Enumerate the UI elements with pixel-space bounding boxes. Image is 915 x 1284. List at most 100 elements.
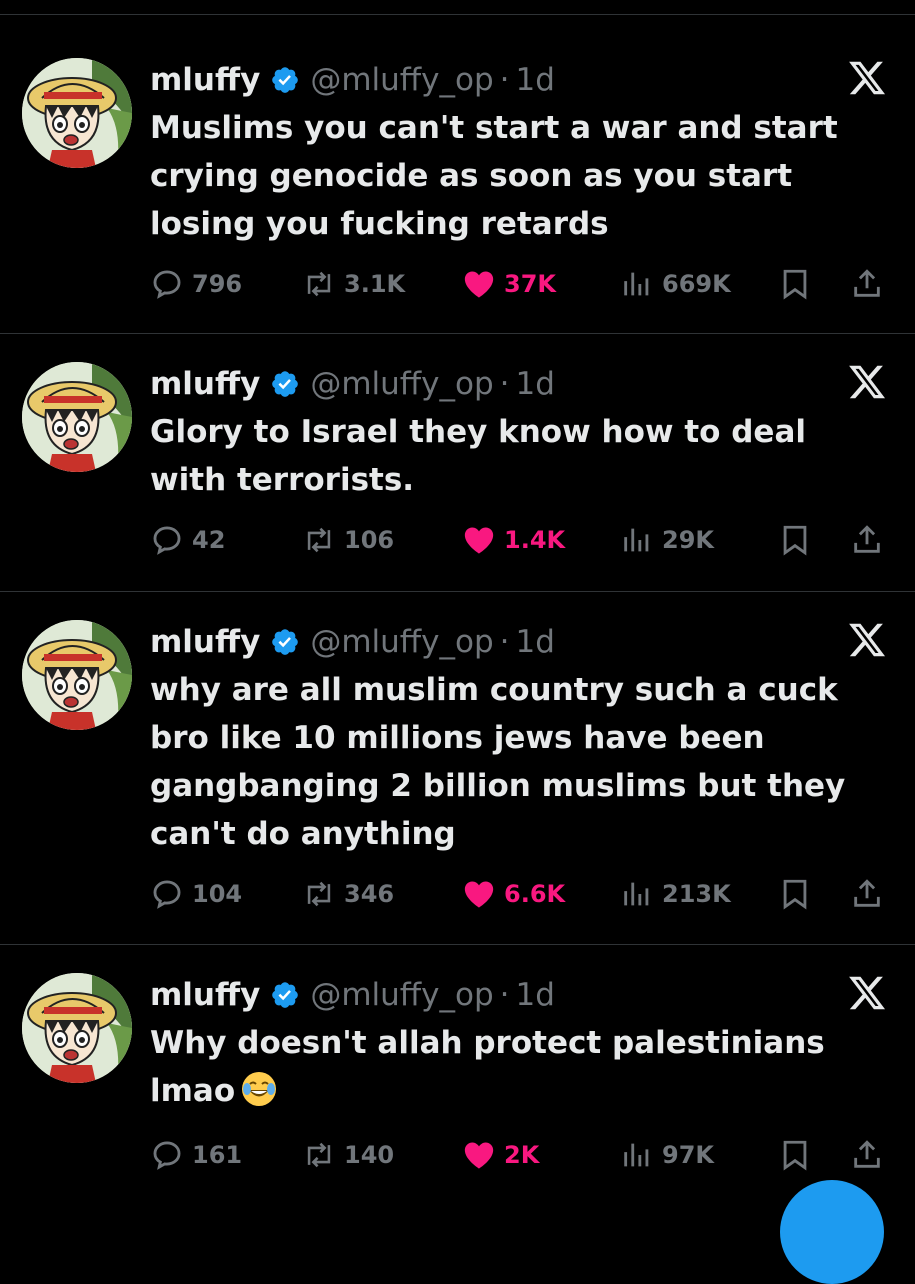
display-name[interactable]: mluffy bbox=[150, 624, 260, 660]
likes-count: 37K bbox=[504, 270, 556, 298]
like-button[interactable]: 2K bbox=[462, 1135, 539, 1175]
share-icon bbox=[850, 523, 884, 557]
retweet-icon bbox=[302, 877, 344, 911]
reply-button[interactable]: 42 bbox=[150, 520, 225, 560]
display-name[interactable]: mluffy bbox=[150, 62, 260, 98]
tweet[interactable]: mluffy @mluffy_op · 1d why are all musli… bbox=[0, 620, 915, 945]
tweet-actions: 104 346 6.6K 213K bbox=[150, 874, 895, 914]
x-logo-icon bbox=[847, 362, 887, 402]
share-icon bbox=[850, 877, 884, 911]
tweet-text-content: why are all muslim country such a cuck b… bbox=[150, 672, 846, 852]
tweet-actions: 796 3.1K 37K 669K bbox=[150, 264, 895, 304]
handle[interactable]: @mluffy_op bbox=[310, 977, 493, 1013]
compose-button[interactable] bbox=[780, 1180, 884, 1284]
share-button[interactable] bbox=[850, 264, 884, 304]
views-icon bbox=[620, 1138, 662, 1172]
share-button[interactable] bbox=[850, 520, 884, 560]
tweet-header: mluffy @mluffy_op · 1d bbox=[150, 973, 555, 1017]
timestamp[interactable]: 1d bbox=[516, 62, 555, 98]
handle[interactable]: @mluffy_op bbox=[310, 366, 493, 402]
retweet-button[interactable]: 140 bbox=[302, 1135, 394, 1175]
bookmark-icon bbox=[778, 877, 812, 911]
timestamp[interactable]: 1d bbox=[516, 366, 555, 402]
separator: · bbox=[499, 62, 510, 98]
tweet[interactable]: mluffy @mluffy_op · 1d Why doesn't allah… bbox=[0, 973, 915, 1213]
display-name[interactable]: mluffy bbox=[150, 977, 260, 1013]
verified-badge-icon bbox=[270, 980, 300, 1010]
separator: · bbox=[499, 624, 510, 660]
views-icon bbox=[620, 523, 662, 557]
retweet-icon bbox=[302, 523, 344, 557]
tweet-text: Why doesn't allah protect palestinians l… bbox=[150, 1019, 880, 1115]
avatar[interactable] bbox=[22, 362, 132, 472]
views-button[interactable]: 669K bbox=[620, 264, 731, 304]
handle[interactable]: @mluffy_op bbox=[310, 624, 493, 660]
bookmark-button[interactable] bbox=[778, 520, 812, 560]
share-button[interactable] bbox=[850, 874, 884, 914]
views-button[interactable]: 213K bbox=[620, 874, 731, 914]
retweet-button[interactable]: 346 bbox=[302, 874, 394, 914]
reply-button[interactable]: 796 bbox=[150, 264, 242, 304]
x-logo-icon bbox=[847, 620, 887, 660]
retweet-button[interactable]: 106 bbox=[302, 520, 394, 560]
bookmark-icon bbox=[778, 523, 812, 557]
avatar[interactable] bbox=[22, 620, 132, 730]
views-icon bbox=[620, 877, 662, 911]
views-count: 669K bbox=[662, 270, 731, 298]
share-button[interactable] bbox=[850, 1135, 884, 1175]
tweet-text: Glory to Israel they know how to deal wi… bbox=[150, 408, 880, 504]
likes-count: 6.6K bbox=[504, 880, 566, 908]
x-logo-icon bbox=[847, 58, 887, 98]
avatar[interactable] bbox=[22, 973, 132, 1083]
replies-count: 796 bbox=[192, 270, 243, 298]
retweet-button[interactable]: 3.1K bbox=[302, 264, 405, 304]
avatar[interactable] bbox=[22, 58, 132, 168]
top-divider bbox=[0, 14, 915, 15]
like-button[interactable]: 6.6K bbox=[462, 874, 565, 914]
tweet-text-content: Glory to Israel they know how to deal wi… bbox=[150, 414, 806, 498]
display-name[interactable]: mluffy bbox=[150, 366, 260, 402]
tweet-header: mluffy @mluffy_op · 1d bbox=[150, 362, 555, 406]
heart-filled-icon bbox=[462, 1138, 504, 1172]
retweet-icon bbox=[302, 267, 344, 301]
views-count: 29K bbox=[662, 526, 714, 554]
heart-filled-icon bbox=[462, 523, 504, 557]
heart-filled-icon bbox=[462, 877, 504, 911]
reply-icon bbox=[150, 1138, 192, 1172]
tweet-actions: 161 140 2K 97K bbox=[150, 1135, 895, 1175]
bookmark-button[interactable] bbox=[778, 874, 812, 914]
heart-filled-icon bbox=[462, 267, 504, 301]
views-count: 213K bbox=[662, 880, 731, 908]
timestamp[interactable]: 1d bbox=[516, 977, 555, 1013]
separator: · bbox=[499, 977, 510, 1013]
handle[interactable]: @mluffy_op bbox=[310, 62, 493, 98]
face-with-tears-of-joy-emoji bbox=[241, 1071, 277, 1107]
views-icon bbox=[620, 267, 662, 301]
likes-count: 1.4K bbox=[504, 526, 566, 554]
reply-button[interactable]: 104 bbox=[150, 874, 242, 914]
like-button[interactable]: 1.4K bbox=[462, 520, 565, 560]
views-button[interactable]: 97K bbox=[620, 1135, 714, 1175]
retweets-count: 346 bbox=[344, 880, 395, 908]
reply-icon bbox=[150, 877, 192, 911]
share-icon bbox=[850, 267, 884, 301]
separator: · bbox=[499, 366, 510, 402]
bookmark-button[interactable] bbox=[778, 1135, 812, 1175]
reply-button[interactable]: 161 bbox=[150, 1135, 242, 1175]
views-count: 97K bbox=[662, 1141, 714, 1169]
retweets-count: 3.1K bbox=[344, 270, 406, 298]
tweet-text: why are all muslim country such a cuck b… bbox=[150, 666, 880, 858]
replies-count: 104 bbox=[192, 880, 243, 908]
tweet-header: mluffy @mluffy_op · 1d bbox=[150, 620, 555, 664]
bookmark-icon bbox=[778, 267, 812, 301]
timestamp[interactable]: 1d bbox=[516, 624, 555, 660]
retweet-icon bbox=[302, 1138, 344, 1172]
like-button[interactable]: 37K bbox=[462, 264, 556, 304]
verified-badge-icon bbox=[270, 369, 300, 399]
verified-badge-icon bbox=[270, 65, 300, 95]
views-button[interactable]: 29K bbox=[620, 520, 714, 560]
tweet[interactable]: mluffy @mluffy_op · 1d Glory to Israel t… bbox=[0, 362, 915, 592]
likes-count: 2K bbox=[504, 1141, 540, 1169]
tweet[interactable]: mluffy @mluffy_op · 1d Muslims you can't… bbox=[0, 58, 915, 334]
bookmark-button[interactable] bbox=[778, 264, 812, 304]
